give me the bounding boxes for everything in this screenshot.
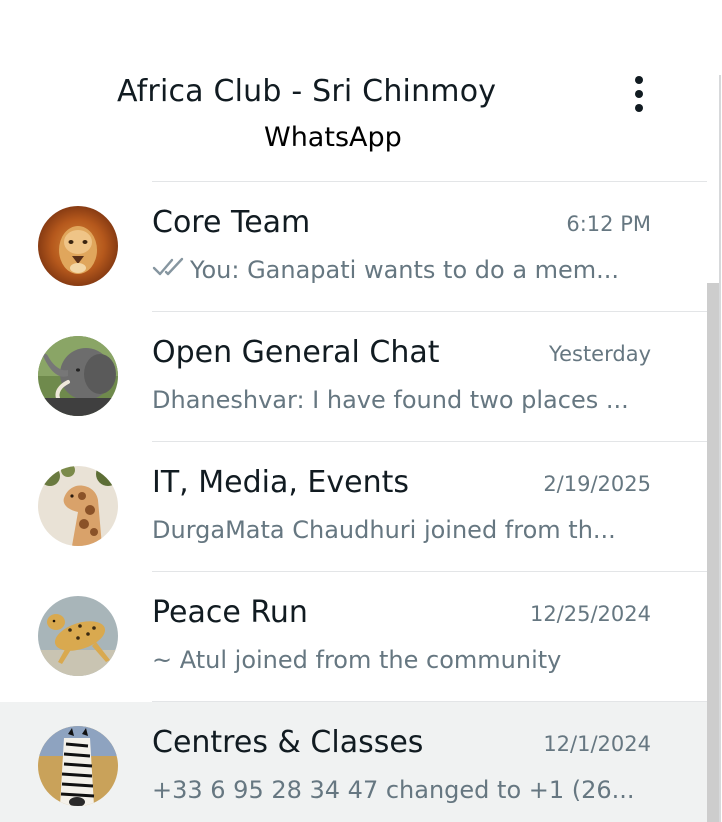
chat-timestamp: 12/25/2024 <box>529 602 651 626</box>
chat-preview: +33 6 95 28 34 47 changed to +1 (26... <box>152 776 632 804</box>
chat-timestamp: 2/19/2025 <box>543 472 651 496</box>
chat-timestamp: 12/1/2024 <box>543 732 651 756</box>
chat-preview: ~ Atul joined from the community <box>152 646 632 674</box>
community-subtitle: WhatsApp <box>264 122 402 153</box>
chat-preview: You: Ganapati wants to do a mem... <box>152 256 632 284</box>
chat-preview: Dhaneshvar: I have found two places ... <box>152 386 632 414</box>
giraffe-avatar <box>38 466 118 546</box>
panel-border <box>719 75 721 822</box>
chat-name: IT, Media, Events <box>152 465 409 500</box>
lion-avatar <box>38 206 118 286</box>
chat-row-peace-run[interactable]: Peace Run 12/25/2024 ~ Atul joined from … <box>0 572 707 702</box>
zebra-avatar <box>38 726 118 806</box>
chat-timestamp: 6:12 PM <box>566 212 651 236</box>
community-header: Africa Club - Sri Chinmoy WhatsApp <box>0 0 722 182</box>
chat-timestamp: Yesterday <box>549 342 651 366</box>
more-vertical-icon-dot <box>635 104 643 112</box>
cheetah-avatar <box>38 596 118 676</box>
chat-name: Peace Run <box>152 595 308 630</box>
chat-preview: DurgaMata Chaudhuri joined from th... <box>152 516 632 544</box>
elephant-avatar <box>38 336 118 416</box>
chat-list-panel: Africa Club - Sri Chinmoy WhatsApp Core … <box>0 0 722 822</box>
chat-name: Centres & Classes <box>152 725 424 760</box>
chat-list: Core Team 6:12 PM You: Ganapati wants to… <box>0 182 707 822</box>
chat-name: Core Team <box>152 205 311 240</box>
more-options-button[interactable] <box>618 72 660 116</box>
chat-row-centres-classes[interactable]: Centres & Classes 12/1/2024 +33 6 95 28 … <box>0 702 707 822</box>
more-vertical-icon-dot <box>635 90 643 98</box>
community-title: Africa Club - Sri Chinmoy <box>117 74 497 109</box>
chat-preview-text: ~ Atul joined from the community <box>152 646 562 674</box>
chat-preview-text: DurgaMata Chaudhuri joined from th... <box>152 516 616 544</box>
double-check-icon <box>152 256 186 284</box>
chat-preview-text: +33 6 95 28 34 47 changed to +1 (26... <box>152 776 632 804</box>
more-vertical-icon <box>635 76 643 84</box>
chat-name: Open General Chat <box>152 335 440 370</box>
chat-row-open-general-chat[interactable]: Open General Chat Yesterday Dhaneshvar: … <box>0 312 707 442</box>
chat-row-core-team[interactable]: Core Team 6:12 PM You: Ganapati wants to… <box>0 182 707 312</box>
scrollbar[interactable] <box>707 283 719 822</box>
chat-preview-text: You: Ganapati wants to do a mem... <box>190 256 620 284</box>
chat-preview-text: Dhaneshvar: I have found two places ... <box>152 386 629 414</box>
chat-row-it-media-events[interactable]: IT, Media, Events 2/19/2025 DurgaMata Ch… <box>0 442 707 572</box>
